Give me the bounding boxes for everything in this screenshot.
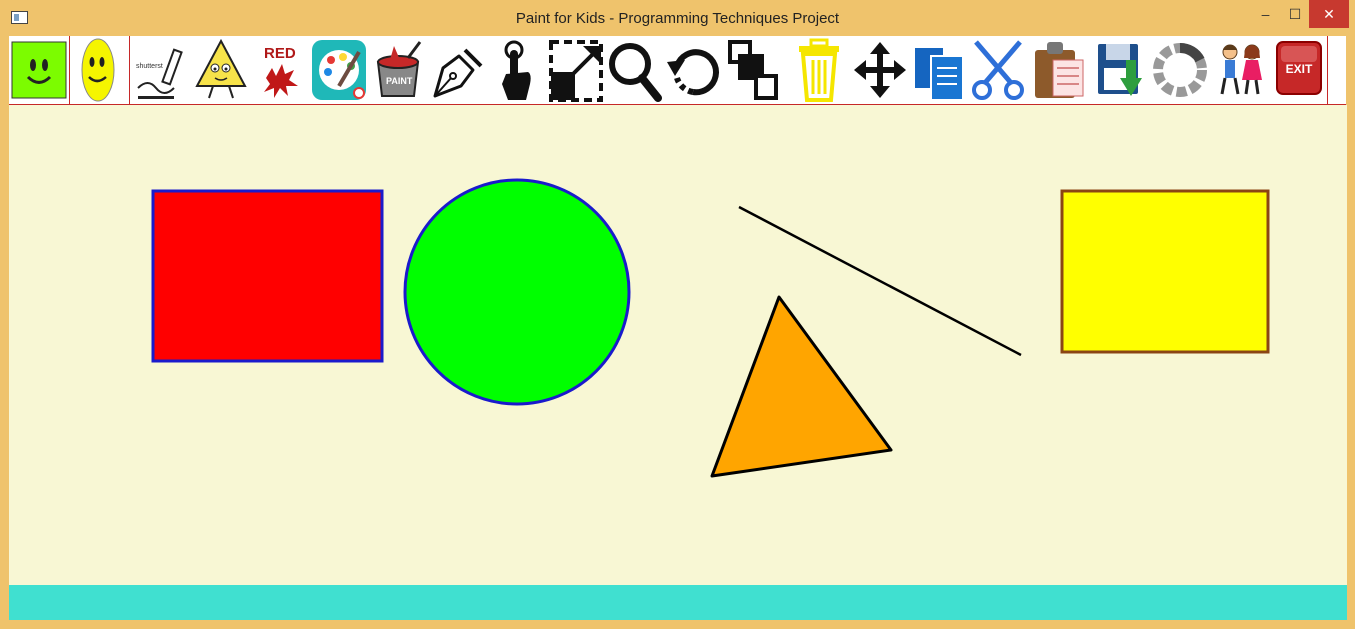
svg-text:shutterst: shutterst [136, 63, 163, 70]
exit-icon: EXIT [1276, 41, 1322, 95]
palette-tool-icon [312, 40, 366, 100]
shapes-tool-button[interactable]: shutterst [134, 38, 190, 102]
color-tool-button[interactable]: RED [252, 38, 308, 102]
resize-tool-button[interactable] [547, 38, 603, 102]
toolbar-separator [1327, 36, 1328, 104]
yellow-rectangle[interactable] [1060, 189, 1270, 354]
draw-mode-icon [11, 41, 67, 99]
cut-tool-button[interactable] [970, 38, 1026, 102]
copy-tool-button[interactable] [911, 38, 967, 102]
toolbar-separator [129, 36, 130, 104]
shapes-tool-icon: shutterst [136, 48, 183, 99]
canvas-drawing [151, 178, 1270, 478]
zoom-tool-icon [609, 43, 662, 102]
rotate-tool-button[interactable] [665, 38, 721, 102]
copy-tool-icon [915, 48, 964, 101]
save-tool-icon [1098, 44, 1142, 96]
resize-tool-icon [549, 40, 603, 102]
pen-tool-button[interactable] [429, 38, 485, 102]
toolbar: shutterst RED PAINT EXIT [9, 36, 1346, 105]
drawing-canvas[interactable] [9, 105, 1347, 585]
load-tool-icon [1153, 43, 1207, 97]
exit-button[interactable]: EXIT [1272, 38, 1328, 102]
select-tool-button[interactable] [488, 38, 544, 102]
move-tool-button[interactable] [852, 38, 908, 102]
send-back-tool-icon [728, 40, 778, 100]
fill-bucket-tool-button[interactable]: PAINT [370, 38, 426, 102]
load-tool-button[interactable] [1152, 38, 1208, 102]
app-window: Paint for Kids - Programming Techniques … [0, 0, 1355, 629]
send-back-tool-button[interactable] [724, 38, 780, 102]
kids-play-icon [1220, 44, 1262, 95]
cut-tool-icon [972, 40, 1024, 100]
pen-tool-icon [433, 48, 483, 98]
red-rectangle[interactable] [151, 189, 384, 363]
palette-tool-button[interactable] [311, 38, 367, 102]
triangle-tool-button[interactable] [193, 38, 249, 102]
move-tool-icon [854, 42, 906, 98]
select-tool-icon [502, 40, 531, 100]
close-button[interactable]: ✕ [1309, 0, 1349, 28]
play-mode-icon [81, 38, 115, 102]
zoom-tool-button[interactable] [606, 38, 662, 102]
save-tool-button[interactable] [1092, 38, 1148, 102]
svg-text:PAINT: PAINT [386, 76, 413, 86]
minimize-button[interactable]: – [1251, 0, 1280, 28]
paste-tool-button[interactable] [1031, 38, 1087, 102]
rotate-tool-icon [667, 49, 719, 96]
color-tool-icon: RED [264, 45, 298, 98]
window-title: Paint for Kids - Programming Techniques … [515, 10, 840, 27]
maximize-button[interactable]: ☐ [1281, 0, 1309, 28]
draw-mode-button[interactable] [11, 38, 67, 102]
orange-triangle[interactable] [710, 295, 893, 478]
delete-tool-icon [799, 38, 839, 102]
green-circle[interactable] [403, 178, 631, 406]
triangle-tool-icon [195, 38, 247, 99]
play-mode-button[interactable] [70, 38, 126, 102]
title-bar: Paint for Kids - Programming Techniques … [0, 0, 1355, 36]
exit-label: EXIT [1286, 62, 1313, 76]
status-bar [9, 585, 1347, 620]
kids-play-button[interactable] [1212, 38, 1268, 102]
fill-bucket-tool-icon: PAINT [376, 41, 422, 97]
delete-tool-button[interactable] [791, 38, 847, 102]
red-label: RED [264, 45, 296, 62]
paste-tool-icon [1035, 42, 1084, 98]
